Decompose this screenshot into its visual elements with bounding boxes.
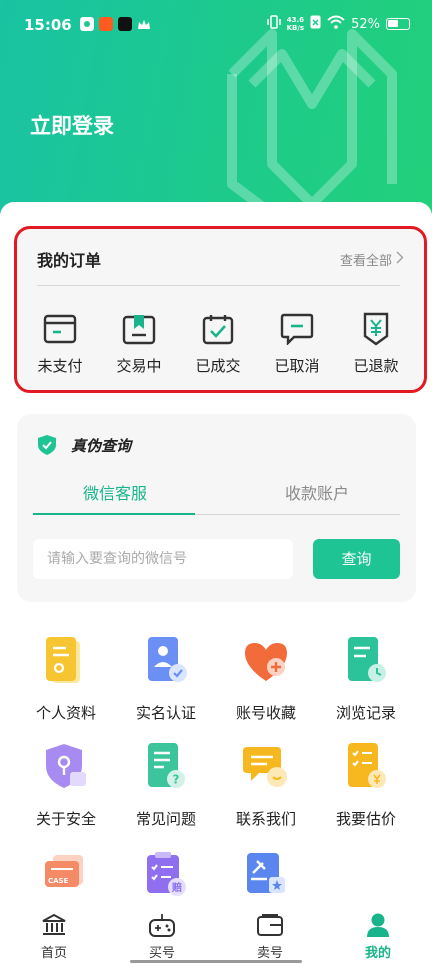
home-indicator xyxy=(130,960,302,963)
app-notification-icon xyxy=(80,17,94,31)
grid-label: 联系我们 xyxy=(235,810,296,828)
no-sim-icon xyxy=(310,15,321,33)
id-verify-icon xyxy=(148,637,187,682)
order-label: 未支付 xyxy=(37,357,83,375)
grid-compensation[interactable]: 赔 xyxy=(116,846,216,902)
heart-plus-icon xyxy=(245,643,287,681)
case-folder-icon: CASE xyxy=(45,855,83,887)
order-label: 已成交 xyxy=(195,357,241,375)
chevron-right-icon xyxy=(396,251,404,268)
wallet-icon xyxy=(257,914,283,936)
grid-label: 我要估价 xyxy=(335,810,396,828)
status-time: 15:06 xyxy=(24,16,72,34)
gamepad-icon xyxy=(149,914,175,937)
shield-check-icon xyxy=(38,435,56,455)
battery-percent: 52% xyxy=(351,16,380,32)
order-cancelled[interactable]: 已取消 xyxy=(261,311,333,376)
status-bar: 15:06 43.6 KB/s 52% xyxy=(0,0,432,52)
tab-wechat-service[interactable]: 微信客服 xyxy=(35,480,195,504)
grid-security[interactable]: 关于安全 xyxy=(16,740,116,829)
status-indicators: 43.6 KB/s 52% xyxy=(266,15,410,33)
battery-icon xyxy=(386,18,410,30)
login-link[interactable]: 立即登录 xyxy=(30,110,114,140)
calendar-check-icon xyxy=(202,315,234,345)
bottom-tab-bar: 首页 买号 卖号 我的 xyxy=(0,906,432,964)
divider xyxy=(37,285,400,286)
grid-label: 常见问题 xyxy=(135,810,196,828)
order-unpaid[interactable]: 未支付 xyxy=(24,311,96,376)
grid-contact[interactable]: 联系我们 xyxy=(216,740,316,829)
compensation-clipboard-icon: 赔 xyxy=(147,852,186,896)
order-refunded[interactable]: 已退款 xyxy=(340,311,412,376)
tab-mine[interactable]: 我的 xyxy=(338,912,418,961)
tab-payment-account[interactable]: 收款账户 xyxy=(237,480,397,504)
message-minus-icon xyxy=(280,313,314,345)
wifi-icon xyxy=(327,15,345,33)
vibrate-icon xyxy=(266,15,281,33)
chat-bubble-icon xyxy=(243,747,287,787)
order-label: 已退款 xyxy=(353,357,399,375)
grid-real-name[interactable]: 实名认证 xyxy=(116,634,216,723)
grid-valuation[interactable]: 我要估价 xyxy=(316,740,416,829)
grid-favorites[interactable]: 账号收藏 xyxy=(216,634,316,723)
order-label: 已取消 xyxy=(274,357,320,375)
my-orders-card: 我的订单 查看全部 未支付 交易中 已成交 已取消 已退款 xyxy=(14,226,427,393)
network-speed: 43.6 KB/s xyxy=(286,16,305,32)
grid-case[interactable]: CASE xyxy=(16,846,116,902)
card-icon xyxy=(43,314,77,344)
notification-icons xyxy=(80,17,151,36)
view-all-orders-link[interactable]: 查看全部 xyxy=(340,250,404,269)
tiktok-icon xyxy=(118,17,132,31)
grid-faq[interactable]: ? 常见问题 xyxy=(116,740,216,829)
grid-label: 账号收藏 xyxy=(235,704,296,722)
taobao-icon xyxy=(99,17,113,31)
authenticity-check-card: 真伪查询 微信客服 收款账户 请输入要查询的微信号 查询 xyxy=(17,414,416,602)
bank-icon xyxy=(42,913,66,935)
auction-doc-icon xyxy=(247,853,285,893)
grid-auction[interactable] xyxy=(216,846,316,902)
valuation-list-icon xyxy=(348,743,386,788)
grid-label: 浏览记录 xyxy=(335,704,396,722)
active-tab-indicator xyxy=(33,513,195,515)
bookmark-box-icon xyxy=(122,315,156,345)
grid-profile[interactable]: 个人资料 xyxy=(16,634,116,723)
tab-buy[interactable]: 买号 xyxy=(122,912,202,961)
orders-title: 我的订单 xyxy=(37,251,102,270)
grid-history[interactable]: 浏览记录 xyxy=(316,634,416,723)
profile-doc-icon xyxy=(46,637,80,683)
svg-text:CASE: CASE xyxy=(48,877,69,885)
order-trading[interactable]: 交易中 xyxy=(103,311,175,376)
wechat-id-input[interactable]: 请输入要查询的微信号 xyxy=(33,539,293,579)
user-icon xyxy=(367,913,389,937)
grid-label: 个人资料 xyxy=(35,704,96,722)
tab-home[interactable]: 首页 xyxy=(14,912,94,961)
svg-text:?: ? xyxy=(173,773,180,787)
order-completed[interactable]: 已成交 xyxy=(182,311,254,376)
yen-shield-icon xyxy=(363,312,389,346)
verify-title: 真伪查询 xyxy=(71,436,132,455)
query-button[interactable]: 查询 xyxy=(313,539,400,579)
faq-doc-icon: ? xyxy=(148,743,185,788)
tab-sell[interactable]: 卖号 xyxy=(230,912,310,961)
grid-label: 实名认证 xyxy=(135,704,196,722)
history-doc-icon xyxy=(348,637,386,682)
crown-icon xyxy=(137,17,151,36)
grid-label: 关于安全 xyxy=(35,810,96,828)
order-label: 交易中 xyxy=(116,357,162,375)
security-shield-icon xyxy=(46,744,86,788)
svg-text:赔: 赔 xyxy=(171,881,182,894)
